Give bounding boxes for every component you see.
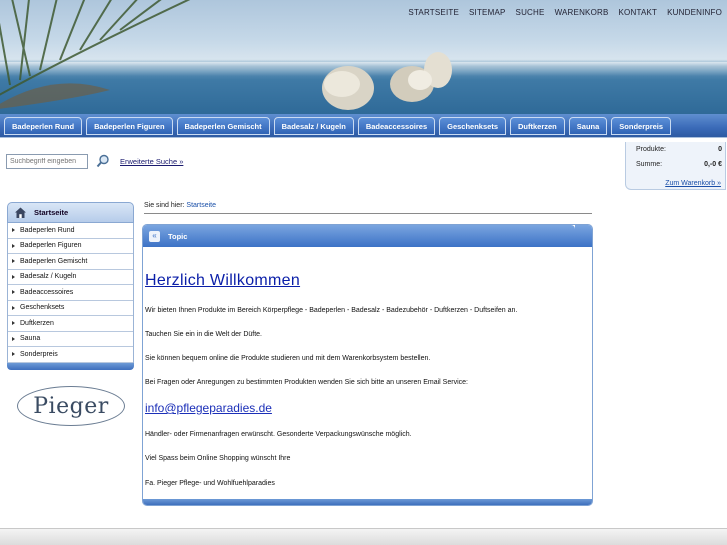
topnav-sitemap[interactable]: SITEMAP [469,8,506,17]
arrow-right-icon [12,305,15,310]
page-footer-bar [0,528,727,545]
sidebar-footer [7,362,134,370]
arrow-right-icon [12,352,15,357]
signature-paragraph: Fa. Pieger Pflege- und Wohlfuehlparadies [145,480,275,487]
sidebar: Startseite Badeperlen Rund Badeperlen Fi… [7,202,134,370]
arrow-right-icon [12,228,15,233]
sidebar-item-label: Sonderpreis [20,350,58,358]
main-content: « Topic Herzlich Willkommen Wir bieten I… [142,224,593,506]
topnav-suche[interactable]: SUCHE [516,8,545,17]
brand-logo-text: Pieger [33,393,109,419]
cart-link[interactable]: Zum Warenkorb » [665,180,721,187]
header-banner: STARTSEITE SITEMAP SUCHE WARENKORB KONTA… [0,0,727,114]
arrow-right-icon [12,274,15,279]
dealer-paragraph: Händler- oder Firmenanfragen erwünscht. … [145,431,412,438]
welcome-heading: Herzlich Willkommen [145,272,301,289]
sidebar-item-badeperlen-gemischt[interactable]: Badeperlen Gemischt [8,254,133,270]
sidebar-header[interactable]: Startseite [7,202,134,223]
arrow-right-icon [12,321,15,326]
cart-products-row: Produkte: 0 [636,146,722,153]
cart-summary: Produkte: 0 Summe: 0,-0 € Zum Warenkorb … [625,142,726,190]
sidebar-item-badeperlen-figuren[interactable]: Badeperlen Figuren [8,238,133,254]
advanced-search-link[interactable]: Erweiterte Suche » [120,157,183,166]
sidebar-item-label: Badeperlen Gemischt [20,257,88,265]
intro-paragraph: Wir bieten Ihnen Produkte im Bereich Kör… [145,307,518,314]
topnav-kundeninfo[interactable]: KUNDENINFO [667,8,722,17]
topnav-warenkorb[interactable]: WARENKORB [555,8,609,17]
topic-header-side [575,225,592,247]
sidebar-item-label: Badeaccessoires [20,288,74,296]
sidebar-item-label: Duftkerzen [20,319,54,327]
sidebar-item-label: Badeperlen Rund [20,226,75,234]
sidebar-item-duftkerzen[interactable]: Duftkerzen [8,316,133,332]
home-icon [15,207,26,218]
sidebar-item-badeperlen-rund[interactable]: Badeperlen Rund [8,223,133,239]
sidebar-list: Badeperlen Rund Badeperlen Figuren Badep… [7,223,134,363]
topnav-startseite[interactable]: STARTSEITE [408,8,459,17]
contact-paragraph: Bei Fragen oder Anregungen zu bestimmten… [145,379,468,386]
cart-sum-value: 0,-0 € [704,161,722,168]
sidebar-item-sauna[interactable]: Sauna [8,331,133,347]
arrow-right-icon [12,336,15,341]
category-tab-duftkerzen[interactable]: Duftkerzen [510,117,565,135]
category-tab-badeperlen-gemischt[interactable]: Badeperlen Gemischt [176,117,270,135]
palm-leaf-image [0,0,191,109]
breadcrumb-prefix: Sie sind hier: [144,202,185,209]
email-link[interactable]: info@pflegeparadies.de [145,401,272,415]
search-input[interactable] [6,154,88,169]
search-icon[interactable] [96,154,110,168]
sidebar-item-geschenksets[interactable]: Geschenksets [8,300,133,316]
sidebar-title: Startseite [34,208,69,217]
greeting-paragraph: Viel Spass beim Online Shopping wünscht … [145,455,291,462]
category-tab-badeaccessoires[interactable]: Badeaccessoires [357,117,436,135]
breadcrumb-link-startseite[interactable]: Startseite [186,202,216,209]
category-tab-badeperlen-figuren[interactable]: Badeperlen Figuren [86,117,173,135]
search-row: Erweiterte Suche » [0,148,727,178]
category-tab-badesalz-kugeln[interactable]: Badesalz / Kugeln [273,117,354,135]
category-bar: Badeperlen Rund Badeperlen Figuren Badep… [0,114,727,138]
arrow-right-icon [12,290,15,295]
sidebar-item-badeaccessoires[interactable]: Badeaccessoires [8,285,133,301]
category-tab-geschenksets[interactable]: Geschenksets [439,117,506,135]
arrow-right-icon [12,259,15,264]
cart-sum-row: Summe: 0,-0 € [636,161,722,168]
collapse-icon[interactable]: « [149,230,160,242]
top-navigation: STARTSEITE SITEMAP SUCHE WARENKORB KONTA… [408,8,722,17]
invite-paragraph: Tauchen Sie ein in die Welt der Düfte. [145,331,262,338]
category-tab-sauna[interactable]: Sauna [568,117,608,135]
order-paragraph: Sie können bequem online die Produkte st… [145,355,431,362]
cart-products-label: Produkte: [636,146,666,153]
topnav-kontakt[interactable]: KONTAKT [619,8,658,17]
cart-products-value: 0 [718,146,722,153]
sidebar-item-badesalz-kugeln[interactable]: Badesalz / Kugeln [8,269,133,285]
brand-logo[interactable]: Pieger [17,386,125,426]
sidebar-item-sonderpreis[interactable]: Sonderpreis [8,347,133,363]
content-footer [143,499,592,505]
breadcrumb: Sie sind hier: Startseite [144,202,592,214]
sidebar-item-label: Badesalz / Kugeln [20,273,77,281]
topic-title: Topic [168,231,188,241]
category-tab-badeperlen-rund[interactable]: Badeperlen Rund [4,117,83,135]
sidebar-item-label: Badeperlen Figuren [20,242,82,250]
rocks-image [322,52,452,110]
sidebar-item-label: Sauna [20,335,41,343]
category-tab-sonderpreis[interactable]: Sonderpreis [611,117,672,135]
sidebar-item-label: Geschenksets [20,304,65,312]
arrow-right-icon [12,243,15,248]
cart-sum-label: Summe: [636,161,663,168]
topic-header: « Topic [143,225,575,247]
